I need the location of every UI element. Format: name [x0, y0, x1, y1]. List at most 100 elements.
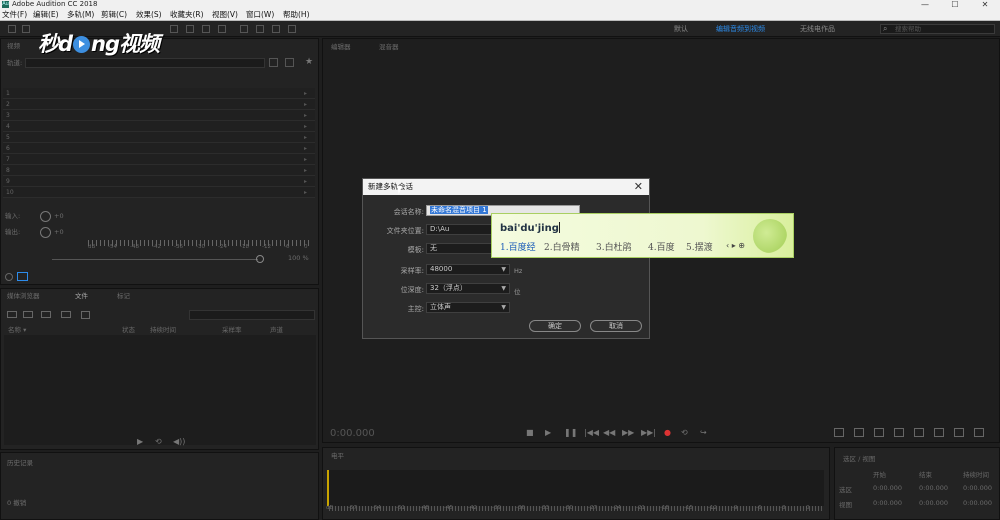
- ime-candidate-3[interactable]: 3.白杜鹃: [596, 240, 632, 253]
- tab-files[interactable]: 文件: [75, 292, 88, 301]
- pause-icon[interactable]: ❚❚: [564, 428, 577, 437]
- ime-candidate-4[interactable]: 4.百度: [648, 240, 675, 253]
- bit-depth-select[interactable]: 32（浮点） ▼: [426, 283, 510, 294]
- selection-end[interactable]: 0:00.000: [919, 484, 948, 492]
- loop-playback-icon[interactable]: ⟲: [681, 428, 688, 437]
- time-selection-tool-icon[interactable]: [218, 25, 226, 33]
- workspace-default[interactable]: 默认: [674, 21, 688, 37]
- folder-open-icon[interactable]: [7, 311, 17, 318]
- zoom-slider[interactable]: [52, 259, 258, 260]
- zoom-selection-icon[interactable]: [934, 428, 944, 437]
- track-row[interactable]: 3 ▸: [3, 110, 315, 121]
- stop-icon[interactable]: ■: [526, 428, 534, 437]
- track-row[interactable]: 8 ▸: [3, 165, 315, 176]
- menu-effects[interactable]: 效果(S): [136, 9, 162, 21]
- loop-icon[interactable]: [5, 273, 13, 281]
- track-row[interactable]: 2 ▸: [3, 99, 315, 110]
- star-icon[interactable]: ★: [305, 57, 313, 67]
- autoplay-icon[interactable]: ◀)): [173, 437, 185, 446]
- menu-clip[interactable]: 剪辑(C): [101, 9, 127, 21]
- new-file-icon[interactable]: [41, 311, 51, 318]
- cancel-button[interactable]: 取消: [590, 320, 642, 332]
- ime-candidate-5[interactable]: 5.摆渡: [686, 240, 713, 253]
- loop-playback-icon[interactable]: ⟲: [155, 437, 162, 446]
- zoom-in-time-icon[interactable]: [874, 428, 884, 437]
- track-row[interactable]: 9 ▸: [3, 176, 315, 187]
- skip-icon[interactable]: ↪: [700, 428, 707, 437]
- view-duration[interactable]: 0:00.000: [963, 499, 992, 507]
- maximize-button[interactable]: ☐: [940, 0, 970, 9]
- ime-candidate-2[interactable]: 2.白骨精: [544, 240, 580, 253]
- close-window-button[interactable]: ✕: [970, 0, 1000, 9]
- menu-file[interactable]: 文件(F): [2, 9, 27, 21]
- menu-multitrack[interactable]: 多轨(M): [67, 9, 94, 21]
- menu-favorites[interactable]: 收藏夹(R): [170, 9, 204, 21]
- workspace-radio-production[interactable]: 无线电作品: [800, 21, 835, 37]
- tab-editor[interactable]: 编辑器: [331, 43, 351, 52]
- input-gain-knob[interactable]: [40, 211, 51, 222]
- track-row[interactable]: 4 ▸: [3, 121, 315, 132]
- menu-window[interactable]: 窗口(W): [246, 9, 274, 21]
- zoom-out-point-icon[interactable]: [974, 428, 984, 437]
- lasso-tool-icon[interactable]: [256, 25, 264, 33]
- razor-tool-icon[interactable]: [186, 25, 194, 33]
- minimize-button[interactable]: —: [910, 0, 940, 9]
- track-row[interactable]: 10 ▸: [3, 187, 315, 198]
- spot-healing-tool-icon[interactable]: [288, 25, 296, 33]
- go-to-start-icon[interactable]: |◀◀: [584, 428, 599, 437]
- workspace-edit-audio-to-video[interactable]: 编辑音频到视频: [716, 21, 765, 37]
- zoom-in-point-icon[interactable]: [954, 428, 964, 437]
- track-select[interactable]: [25, 58, 265, 68]
- output-gain-knob[interactable]: [40, 227, 51, 238]
- multitrack-view-icon[interactable]: [22, 25, 30, 33]
- help-search[interactable]: ⌕ 搜索帮助: [880, 24, 995, 34]
- brush-tool-icon[interactable]: [272, 25, 280, 33]
- rewind-icon[interactable]: ◀◀: [603, 428, 615, 437]
- go-to-end-icon[interactable]: ▶▶|: [641, 428, 656, 437]
- view-end[interactable]: 0:00.000: [919, 499, 948, 507]
- import-icon[interactable]: [269, 58, 278, 67]
- dialog-close-button[interactable]: ✕: [634, 179, 643, 195]
- ime-page-nav-icon[interactable]: ‹ ▸ ⊕: [726, 241, 745, 250]
- fit-icon[interactable]: [17, 272, 28, 281]
- selection-duration[interactable]: 0:00.000: [963, 484, 992, 492]
- tab-selection-view[interactable]: 选区 / 视图: [843, 453, 875, 463]
- tab-markers[interactable]: 标记: [117, 292, 130, 301]
- tab-video[interactable]: 视频: [7, 42, 20, 51]
- menu-help[interactable]: 帮助(H): [283, 9, 310, 21]
- col-name[interactable]: 名称 ▾: [8, 324, 26, 334]
- files-search-input[interactable]: [189, 310, 315, 320]
- trash-icon[interactable]: [285, 58, 294, 67]
- delete-icon[interactable]: [81, 311, 90, 319]
- play-icon[interactable]: ▶: [137, 437, 143, 446]
- track-row[interactable]: 6 ▸: [3, 143, 315, 154]
- zoom-full-icon[interactable]: [914, 428, 924, 437]
- menu-edit[interactable]: 编辑(E): [33, 9, 59, 21]
- import-file-icon[interactable]: [23, 311, 33, 318]
- zoom-slider-handle[interactable]: [256, 255, 264, 263]
- master-select[interactable]: 立体声 ▼: [426, 302, 510, 313]
- col-status[interactable]: 状态: [122, 324, 135, 334]
- zoom-out-time-icon[interactable]: [894, 428, 904, 437]
- waveform-view-icon[interactable]: [8, 25, 16, 33]
- zoom-out-amplitude-icon[interactable]: [854, 428, 864, 437]
- tab-media-browser[interactable]: 媒体浏览器: [7, 292, 40, 301]
- track-row[interactable]: 1 ▸: [3, 88, 315, 99]
- fast-forward-icon[interactable]: ▶▶: [622, 428, 634, 437]
- slip-tool-icon[interactable]: [202, 25, 210, 33]
- col-duration[interactable]: 持续时间: [150, 324, 176, 334]
- track-row[interactable]: 5 ▸: [3, 132, 315, 143]
- zoom-in-amplitude-icon[interactable]: [834, 428, 844, 437]
- sample-rate-select[interactable]: 48000 ▼: [426, 264, 510, 275]
- col-channels[interactable]: 声道: [270, 324, 283, 334]
- marquee-tool-icon[interactable]: [240, 25, 248, 33]
- play-icon[interactable]: ▶: [545, 428, 551, 437]
- col-sample-rate[interactable]: 采样率: [222, 324, 242, 334]
- selection-start[interactable]: 0:00.000: [873, 484, 902, 492]
- menu-view[interactable]: 视图(V): [212, 9, 238, 21]
- files-list[interactable]: [4, 335, 316, 445]
- ime-candidate-1[interactable]: 1.百度经: [500, 240, 536, 253]
- insert-icon[interactable]: [61, 311, 71, 318]
- view-start[interactable]: 0:00.000: [873, 499, 902, 507]
- tab-history[interactable]: 历史记录: [7, 459, 33, 468]
